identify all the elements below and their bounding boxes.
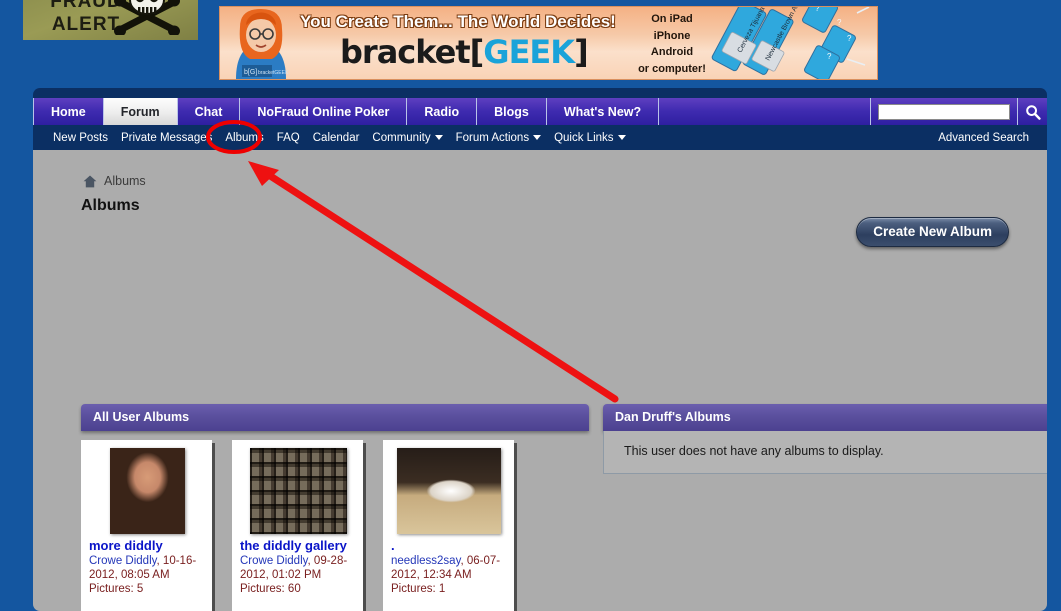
user-albums-header: Dan Druff's Albums <box>603 404 1047 431</box>
album-author[interactable]: Crowe Diddly <box>89 555 157 567</box>
ad-brand-prefix: bracket[ <box>340 33 484 71</box>
nav-tab-whats-new[interactable]: What's New? <box>547 98 660 125</box>
breadcrumb: Albums <box>83 174 146 188</box>
subnav-item-forum-actions[interactable]: Forum Actions <box>456 132 542 144</box>
user-albums-panel: Dan Druff's Albums This user does not ha… <box>603 404 1047 474</box>
svg-text:?: ? <box>827 52 832 61</box>
album-meta: Crowe Diddly, 10-16-2012, 08:05 AM <box>89 555 197 581</box>
sub-navbar: New Posts Private Messages Albums FAQ Ca… <box>33 125 1047 150</box>
album-author[interactable]: needless2say <box>391 555 460 567</box>
album-card[interactable]: more diddly Crowe Diddly, 10-16-2012, 08… <box>81 440 212 611</box>
album-meta: Crowe Diddly, 09-28-2012, 01:02 PM <box>240 555 348 581</box>
albums-page-content: Albums Albums Create New Album All User … <box>33 150 1047 611</box>
ad-bracket-devices-graphic: Cerveza Tijuana Newcastle Brown Ale ???? <box>711 7 870 79</box>
fraud-alert-logo[interactable]: FRAUD ALERT <box>23 0 198 40</box>
subnav-label: Calendar <box>312 131 360 144</box>
ad-brand-wordmark: bracket[GEEK] <box>340 33 589 71</box>
chevron-down-icon <box>617 135 626 140</box>
album-author[interactable]: Crowe Diddly <box>240 555 308 567</box>
album-picture-count: Pictures: 5 <box>89 583 144 595</box>
nav-tab-forum[interactable]: Forum <box>103 98 178 125</box>
subnav-label: Forum Actions <box>455 131 530 144</box>
search-button[interactable] <box>1018 98 1047 125</box>
top-banner-strip: FRAUD ALERT b[G] bracketGEEK You Create … <box>0 0 1061 88</box>
page-title: Albums <box>81 197 140 214</box>
ad-brand-suffix: ] <box>574 33 589 71</box>
subnav-label: Albums <box>225 131 264 144</box>
subnav-item-private-messages[interactable]: Private Messages <box>121 132 212 144</box>
album-thumbnail <box>109 448 185 534</box>
album-thumbnail <box>249 448 347 534</box>
home-icon[interactable] <box>83 175 97 188</box>
user-albums-empty-message: This user does not have any albums to di… <box>603 431 1047 474</box>
nav-tab-chat[interactable]: Chat <box>178 98 241 125</box>
album-picture-count: Pictures: 60 <box>240 583 301 595</box>
subnav-item-albums[interactable]: Albums <box>225 132 263 144</box>
subnav-item-new-posts[interactable]: New Posts <box>53 132 108 144</box>
search-input[interactable] <box>878 103 1010 120</box>
subnav-item-faq[interactable]: FAQ <box>277 132 300 144</box>
album-title[interactable]: more diddly <box>89 538 205 553</box>
album-title[interactable]: the diddly gallery <box>240 538 356 553</box>
chevron-down-icon <box>434 135 443 140</box>
nav-tab-radio[interactable]: Radio <box>407 98 478 125</box>
album-card[interactable]: the diddly gallery Crowe Diddly, 09-28-2… <box>232 440 363 611</box>
album-card[interactable]: . needless2say, 06-07-2012, 12:34 AM Pic… <box>383 440 514 611</box>
subnav-item-community[interactable]: Community <box>372 131 443 144</box>
nav-spacer <box>659 98 871 125</box>
create-new-album-button[interactable]: Create New Album <box>856 217 1009 247</box>
navigation-container: Home Forum Chat NoFraud Online Poker Rad… <box>33 88 1047 150</box>
nav-tab-home[interactable]: Home <box>33 98 104 125</box>
breadcrumb-current[interactable]: Albums <box>104 174 146 188</box>
svg-text:?: ? <box>837 18 842 27</box>
album-meta: needless2say, 06-07-2012, 12:34 AM <box>391 555 501 581</box>
svg-text:?: ? <box>815 7 820 13</box>
advanced-search-link[interactable]: Advanced Search <box>938 125 1029 150</box>
subnav-label: Community <box>372 131 431 144</box>
svg-text:b[G]: b[G] <box>244 69 257 76</box>
svg-text:?: ? <box>847 34 852 43</box>
subnav-item-calendar[interactable]: Calendar <box>313 132 360 144</box>
svg-text:bracketGEEK: bracketGEEK <box>258 70 289 76</box>
album-grid: more diddly Crowe Diddly, 10-16-2012, 08… <box>81 440 601 611</box>
nav-tab-nofraud-online-poker[interactable]: NoFraud Online Poker <box>240 98 408 125</box>
subnav-label: FAQ <box>276 131 300 144</box>
album-thumbnail <box>397 448 501 534</box>
album-title[interactable]: . <box>391 538 507 553</box>
nav-tab-blogs[interactable]: Blogs <box>477 98 547 125</box>
ad-girl-illustration: b[G] bracketGEEK <box>236 9 289 79</box>
all-user-albums-header: All User Albums <box>81 404 589 431</box>
skull-crossbones-icon <box>114 0 180 35</box>
subnav-item-quick-links[interactable]: Quick Links <box>554 131 626 144</box>
subnav-label: Private Messages <box>120 131 213 144</box>
chevron-down-icon <box>533 135 542 140</box>
nav-search-container <box>871 98 1018 125</box>
main-navbar: Home Forum Chat NoFraud Online Poker Rad… <box>33 98 1047 125</box>
subnav-label: New Posts <box>53 131 108 144</box>
subnav-label: Quick Links <box>554 131 614 144</box>
search-icon <box>1025 104 1041 120</box>
all-user-albums-panel: All User Albums <box>81 404 589 431</box>
ad-brand-highlight: GEEK <box>483 33 575 71</box>
bracketgeek-ad-banner[interactable]: b[G] bracketGEEK You Create Them... The … <box>219 6 878 80</box>
ad-headline: You Create Them... The World Decides! <box>300 12 616 31</box>
album-picture-count: Pictures: 1 <box>391 583 446 595</box>
